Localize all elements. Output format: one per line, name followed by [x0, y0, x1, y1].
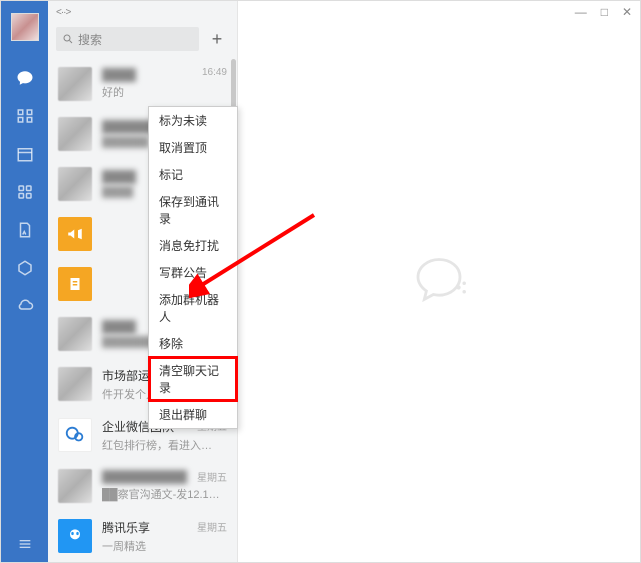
chat-avatar — [58, 267, 92, 301]
nav-workbench-icon[interactable] — [1, 249, 48, 287]
chat-preview: 一周精选 — [102, 538, 227, 554]
ctx-item-3[interactable]: 保存到通讯录 — [149, 188, 237, 232]
user-avatar[interactable] — [11, 13, 39, 41]
maximize-button[interactable]: □ — [601, 5, 608, 19]
empty-logo-icon — [404, 245, 474, 318]
nav-docs-icon[interactable] — [1, 211, 48, 249]
chat-preview: 好的 — [102, 84, 227, 100]
context-menu: 标为未读取消置顶标记保存到通讯录消息免打扰写群公告添加群机器人移除清空聊天记录退… — [148, 106, 238, 429]
search-input[interactable]: 搜索 — [56, 27, 199, 51]
chat-preview: ██察官沟通文-发12.1… — [102, 486, 227, 502]
chat-avatar — [58, 418, 92, 452]
chat-time: 星期五 — [197, 519, 227, 534]
minimize-button[interactable]: — — [575, 5, 587, 19]
ctx-item-0[interactable]: 标为未读 — [149, 107, 237, 134]
chat-avatar — [58, 367, 92, 401]
nav-chat-icon[interactable] — [1, 59, 48, 97]
left-sidebar — [1, 1, 48, 562]
chat-item[interactable]: 腾讯乐享一周精选星期五 — [48, 511, 237, 562]
search-row: 搜索 + — [48, 23, 237, 59]
chat-avatar — [58, 117, 92, 151]
list-header: <··> — [48, 1, 237, 23]
chat-preview: 红包排行榜，看进入… — [102, 437, 227, 453]
nav-apps-icon[interactable] — [1, 173, 48, 211]
search-placeholder: 搜索 — [78, 31, 102, 48]
search-icon — [62, 33, 74, 45]
chat-item[interactable]: ████████████察官沟通文-发12.1…星期五 — [48, 461, 237, 511]
chat-item[interactable]: ████好的16:49 — [48, 59, 237, 109]
ctx-item-6[interactable]: 添加群机器人 — [149, 286, 237, 330]
nav-contacts-icon[interactable] — [1, 97, 48, 135]
ctx-item-4[interactable]: 消息免打扰 — [149, 232, 237, 259]
chat-time: 星期五 — [197, 469, 227, 484]
window-controls: — □ ✕ — [575, 5, 632, 19]
chat-avatar — [58, 519, 92, 553]
chat-time: 16:49 — [202, 67, 227, 78]
ctx-item-5[interactable]: 写群公告 — [149, 259, 237, 286]
chat-avatar — [58, 67, 92, 101]
chat-avatar — [58, 469, 92, 503]
more-dots-icon[interactable]: <··> — [56, 7, 70, 18]
ctx-item-1[interactable]: 取消置顶 — [149, 134, 237, 161]
ctx-item-9[interactable]: 退出群聊 — [149, 401, 237, 428]
chat-avatar — [58, 217, 92, 251]
close-button[interactable]: ✕ — [622, 5, 632, 19]
ctx-item-2[interactable]: 标记 — [149, 161, 237, 188]
add-button[interactable]: + — [205, 27, 229, 51]
chat-avatar — [58, 167, 92, 201]
ctx-item-7[interactable]: 移除 — [149, 330, 237, 357]
nav-calendar-icon[interactable] — [1, 135, 48, 173]
chat-avatar — [58, 317, 92, 351]
menu-toggle-icon[interactable] — [1, 536, 48, 552]
nav-cloud-icon[interactable] — [1, 287, 48, 325]
main-panel: — □ ✕ — [238, 1, 640, 562]
ctx-item-8[interactable]: 清空聊天记录 — [149, 357, 237, 401]
